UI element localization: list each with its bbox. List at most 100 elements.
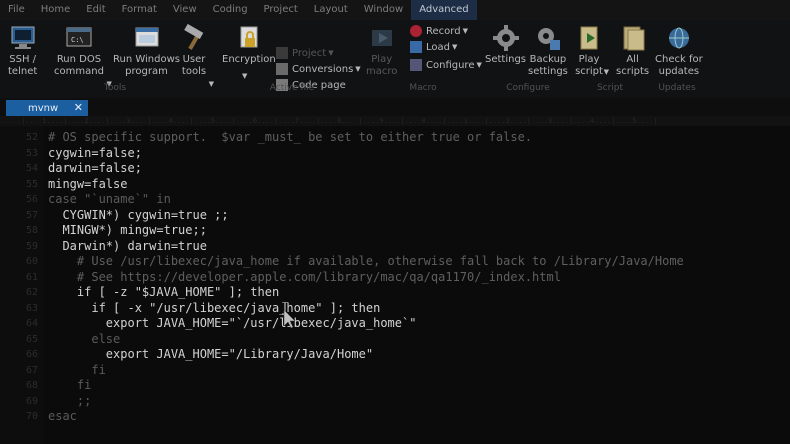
svg-text:C:\: C:\ bbox=[71, 36, 84, 44]
configure-macro-button[interactable]: Configure ▼ bbox=[410, 57, 482, 73]
record-macro-button[interactable]: Record ▼ bbox=[410, 23, 468, 39]
line-number: 62 bbox=[25, 287, 38, 298]
play-script-button[interactable]: Play script ▼ bbox=[575, 24, 609, 78]
code-line[interactable]: darwin=false; bbox=[48, 161, 142, 177]
settings-label: Settings bbox=[485, 54, 527, 65]
user-tools-button[interactable]: User tools ▼ bbox=[180, 23, 214, 88]
all-scripts-button[interactable]: All scripts bbox=[616, 24, 649, 78]
code-editor[interactable]: 52 53 54 55 56 57 58 59 60 61 62 63 64 65 66 67 68 69 70 #… bbox=[0, 126, 790, 444]
backup-settings-button[interactable]: Backup settings bbox=[528, 24, 568, 78]
dropdown-arrow-icon: ▼ bbox=[328, 49, 334, 57]
menu-home[interactable]: Home bbox=[33, 0, 79, 20]
run-windows-program-label: Run Windows program bbox=[113, 54, 180, 77]
user-tools-label: User tools bbox=[181, 54, 207, 77]
ribbon-toolbar: SSH / telnet C:\ Run DOS command ▼ Run W… bbox=[0, 20, 790, 99]
dropdown-arrow-icon: ▼ bbox=[242, 72, 248, 80]
code-line[interactable]: # See https://developer.apple.com/librar… bbox=[48, 270, 561, 286]
conversions-label: Conversions bbox=[292, 63, 354, 75]
terminal-monitor-icon bbox=[9, 24, 37, 52]
dropdown-arrow-icon: ▼ bbox=[355, 65, 361, 73]
menu-file[interactable]: File bbox=[0, 0, 33, 20]
group-label-macro: Macro bbox=[409, 83, 437, 93]
dropdown-arrow-icon: ▼ bbox=[462, 27, 468, 35]
run-dos-command-label: Run DOS command bbox=[54, 54, 104, 77]
code-line[interactable]: CYGWIN*) cygwin=true ;; bbox=[48, 208, 228, 224]
all-scripts-label: All scripts bbox=[616, 54, 650, 77]
line-number: 59 bbox=[25, 240, 38, 252]
scripts-scroll-icon bbox=[619, 24, 647, 52]
group-label-tools: Tools bbox=[103, 83, 127, 93]
code-line[interactable]: fi bbox=[48, 363, 105, 379]
record-icon bbox=[410, 25, 422, 37]
encryption-button[interactable]: Encryption ▼ bbox=[222, 24, 276, 80]
group-label-configure: Configure bbox=[506, 83, 550, 93]
menu-coding[interactable]: Coding bbox=[205, 0, 256, 20]
menu-project[interactable]: Project bbox=[256, 0, 306, 20]
command-prompt-icon: C:\ bbox=[65, 24, 93, 52]
check-for-updates-label: Check for updates bbox=[655, 54, 703, 77]
line-number: 69 bbox=[25, 395, 38, 407]
group-label-active-file: Active file bbox=[269, 83, 315, 93]
line-number: 70 bbox=[25, 411, 38, 422]
run-dos-command-button[interactable]: C:\ Run DOS command ▼ bbox=[54, 24, 112, 88]
line-number-gutter: 52 53 54 55 56 57 58 59 60 61 62 63 64 65 66 67 68 69 70 bbox=[0, 126, 44, 444]
menu-edit[interactable]: Edit bbox=[78, 0, 113, 20]
menu-window[interactable]: Window bbox=[356, 0, 411, 20]
menu-format[interactable]: Format bbox=[114, 0, 165, 20]
mouse-cursor-icon bbox=[280, 301, 296, 329]
editor-window: File Home Edit Format View Coding Project Layou… bbox=[0, 0, 790, 444]
line-number: 53 bbox=[25, 147, 38, 159]
document-tab-bar: mvnw ✕ bbox=[0, 98, 790, 116]
play-macro-icon bbox=[368, 24, 396, 52]
menu-layout[interactable]: Layout bbox=[306, 0, 356, 20]
line-number: 65 bbox=[25, 333, 38, 345]
backup-settings-label: Backup settings bbox=[528, 54, 568, 77]
tab-mvnw[interactable]: mvnw ✕ bbox=[6, 100, 88, 116]
menu-advanced[interactable]: Advanced bbox=[411, 0, 477, 20]
code-line[interactable]: else bbox=[48, 332, 120, 348]
group-label-script: Script bbox=[596, 83, 624, 93]
line-number: 61 bbox=[25, 271, 38, 283]
code-line[interactable]: if [ -x "/usr/libexec/java_home" ]; then bbox=[48, 301, 380, 317]
load-label: Load bbox=[426, 41, 450, 53]
code-line[interactable]: fi bbox=[48, 378, 91, 394]
code-line[interactable]: esac bbox=[48, 409, 77, 425]
line-number: 52 bbox=[25, 132, 38, 143]
column-ruler: .....|....1....|....2....|....3....|....… bbox=[0, 116, 790, 126]
play-macro-button[interactable]: Play macro bbox=[366, 24, 397, 78]
gear-icon bbox=[492, 24, 520, 52]
window-icon bbox=[133, 24, 161, 52]
code-line[interactable]: MINGW*) mingw=true;; bbox=[48, 223, 207, 239]
code-line[interactable]: cygwin=false; bbox=[48, 146, 142, 162]
dropdown-arrow-icon: ▼ bbox=[603, 68, 609, 76]
settings-button[interactable]: Settings bbox=[485, 24, 526, 66]
conversions-menu-button[interactable]: Conversions ▼ bbox=[276, 61, 361, 77]
project-menu-button[interactable]: Project ▼ bbox=[276, 45, 334, 61]
dropdown-arrow-icon: ▼ bbox=[452, 43, 458, 51]
menu-view[interactable]: View bbox=[165, 0, 205, 20]
code-line[interactable]: mingw=false bbox=[48, 177, 127, 193]
code-line[interactable]: ;; bbox=[48, 394, 91, 410]
tab-label: mvnw bbox=[28, 102, 59, 114]
ssh-telnet-button[interactable]: SSH / telnet bbox=[8, 24, 37, 78]
code-line[interactable]: export JAVA_HOME="/Library/Java/Home" bbox=[48, 347, 373, 363]
hammer-icon bbox=[180, 23, 208, 52]
code-line[interactable]: # Use /usr/libexec/java_home if availabl… bbox=[48, 254, 684, 270]
line-number: 63 bbox=[25, 302, 38, 314]
code-line[interactable]: case "`uname`" in bbox=[48, 192, 171, 208]
close-icon[interactable]: ✕ bbox=[74, 101, 83, 114]
project-icon bbox=[276, 47, 288, 59]
load-macro-button[interactable]: Load ▼ bbox=[410, 39, 457, 55]
code-line[interactable]: export JAVA_HOME="`/usr/libexec/java_hom… bbox=[48, 316, 417, 332]
code-line[interactable]: # OS specific support. $var _must_ be se… bbox=[48, 130, 532, 146]
run-windows-program-button[interactable]: Run Windows program bbox=[113, 24, 180, 78]
play-macro-label: Play macro bbox=[366, 54, 398, 77]
check-for-updates-button[interactable]: Check for updates bbox=[655, 24, 703, 78]
encryption-label: Encryption bbox=[222, 54, 276, 65]
dropdown-arrow-icon: ▼ bbox=[208, 80, 214, 88]
menu-bar: File Home Edit Format View Coding Project Layou… bbox=[0, 0, 790, 20]
lock-document-icon bbox=[235, 24, 263, 52]
code-line[interactable]: if [ -z "$JAVA_HOME" ]; then bbox=[48, 285, 279, 301]
folder-icon bbox=[410, 41, 422, 53]
code-line[interactable]: Darwin*) darwin=true bbox=[48, 239, 207, 255]
